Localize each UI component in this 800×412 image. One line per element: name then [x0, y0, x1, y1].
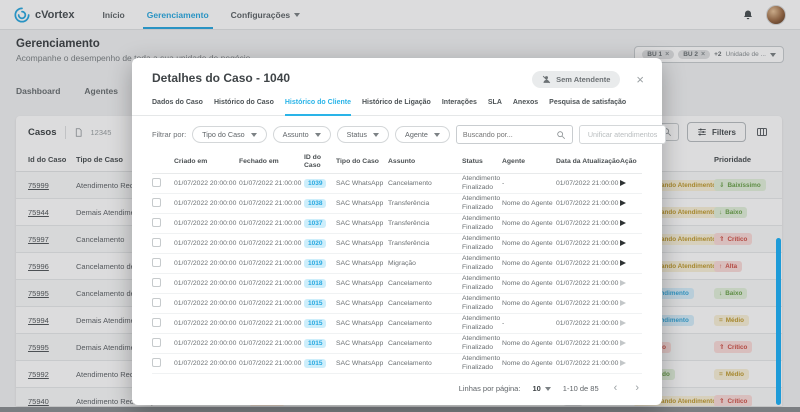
case-details-modal: Detalhes do Caso - 1040 Sem Atendente × …	[132, 58, 662, 405]
play-action-button[interactable]	[620, 360, 626, 366]
filter-status[interactable]: Status	[337, 126, 389, 143]
row-checkbox[interactable]	[152, 198, 161, 207]
client-history-row[interactable]: 01/07/2022 20:00:00 01/07/2022 21:00:00 …	[152, 194, 642, 214]
tab-historico-do-cliente[interactable]: Histórico do Cliente	[285, 99, 351, 116]
chevron-down-icon	[545, 387, 551, 391]
play-action-button[interactable]	[620, 300, 626, 306]
row-checkbox[interactable]	[152, 318, 161, 327]
client-history-table: Criado em Fechado em ID do Caso Tipo do …	[132, 151, 662, 374]
tab-historico-do-caso[interactable]: Histórico do Caso	[214, 99, 274, 116]
vertical-scrollbar[interactable]	[776, 238, 781, 405]
case-id-badge[interactable]: 1015	[304, 359, 326, 368]
case-id-badge[interactable]: 1015	[304, 339, 326, 348]
tab-historico-de-ligacao[interactable]: Histórico de Ligação	[362, 99, 431, 116]
close-icon[interactable]: ×	[632, 71, 648, 88]
case-id-badge[interactable]: 1015	[304, 299, 326, 308]
search-icon	[556, 130, 566, 140]
client-history-row[interactable]: 01/07/2022 20:00:00 01/07/2022 21:00:00 …	[152, 234, 642, 254]
case-id-badge[interactable]: 1018	[304, 279, 326, 288]
row-checkbox[interactable]	[152, 218, 161, 227]
modal-pagination: Linhas por página: 10 1-10 de 85 ‹ ›	[132, 374, 662, 401]
case-id-badge[interactable]: 1020	[304, 239, 326, 248]
rows-per-page-label: Linhas por página:	[459, 384, 521, 393]
case-id-badge[interactable]: 1039	[304, 179, 326, 188]
row-checkbox[interactable]	[152, 258, 161, 267]
client-history-row[interactable]: 01/07/2022 20:00:00 01/07/2022 21:00:00 …	[152, 334, 642, 354]
tab-interacoes[interactable]: Interações	[442, 99, 477, 116]
play-action-button[interactable]	[620, 200, 626, 206]
chevron-down-icon	[315, 133, 321, 137]
previous-page-button[interactable]: ‹	[611, 383, 621, 394]
row-checkbox[interactable]	[152, 178, 161, 187]
row-checkbox[interactable]	[152, 338, 161, 347]
client-history-row[interactable]: 01/07/2022 20:00:00 01/07/2022 21:00:00 …	[152, 314, 642, 334]
chevron-down-icon	[373, 133, 379, 137]
play-action-button[interactable]	[620, 340, 626, 346]
filter-tipo-do-caso[interactable]: Tipo do Caso	[192, 126, 266, 143]
filter-agente[interactable]: Agente	[395, 126, 450, 143]
pagination-range: 1-10 de 85	[563, 384, 599, 393]
client-history-row[interactable]: 01/07/2022 20:00:00 01/07/2022 21:00:00 …	[152, 294, 642, 314]
case-id-badge[interactable]: 1015	[304, 319, 326, 328]
chevron-down-icon	[434, 133, 440, 137]
tab-anexos[interactable]: Anexos	[513, 99, 538, 116]
modal-search	[456, 125, 573, 144]
client-history-row[interactable]: 01/07/2022 20:00:00 01/07/2022 21:00:00 …	[152, 274, 642, 294]
case-id-badge[interactable]: 1019	[304, 259, 326, 268]
row-checkbox[interactable]	[152, 358, 161, 367]
tab-dados-do-caso[interactable]: Dados do Caso	[152, 99, 203, 116]
filter-label: Filtrar por:	[152, 130, 186, 139]
next-page-button[interactable]: ›	[632, 383, 642, 394]
play-action-button[interactable]	[620, 220, 626, 226]
unify-button[interactable]: Unificar atendimentos	[579, 125, 667, 144]
play-action-button[interactable]	[620, 320, 626, 326]
modal-title: Detalhes do Caso - 1040	[152, 71, 290, 85]
play-action-button[interactable]	[620, 260, 626, 266]
assignee-label: Sem Atendente	[556, 75, 610, 84]
case-id-badge[interactable]: 1037	[304, 219, 326, 228]
client-history-row[interactable]: 01/07/2022 20:00:00 01/07/2022 21:00:00 …	[152, 174, 642, 194]
modal-header: Detalhes do Caso - 1040 Sem Atendente ×	[132, 58, 662, 88]
rows-per-page-select[interactable]: 10	[532, 384, 550, 393]
client-history-row[interactable]: 01/07/2022 20:00:00 01/07/2022 21:00:00 …	[152, 214, 642, 234]
play-action-button[interactable]	[620, 180, 626, 186]
play-action-button[interactable]	[620, 280, 626, 286]
screen: cVortex Início Gerenciamento Configuraçõ…	[0, 0, 800, 412]
agent-off-icon	[542, 75, 551, 84]
case-id-badge[interactable]: 1038	[304, 199, 326, 208]
row-checkbox[interactable]	[152, 298, 161, 307]
filter-assunto[interactable]: Assunto	[273, 126, 331, 143]
modal-search-input[interactable]	[463, 130, 556, 139]
row-checkbox[interactable]	[152, 278, 161, 287]
tab-sla[interactable]: SLA	[488, 99, 502, 116]
row-checkbox[interactable]	[152, 238, 161, 247]
modal-tabs: Dados do Caso Histórico do Caso Históric…	[132, 88, 662, 116]
chevron-down-icon	[251, 133, 257, 137]
client-history-row[interactable]: 01/07/2022 20:00:00 01/07/2022 21:00:00 …	[152, 354, 642, 374]
play-action-button[interactable]	[620, 240, 626, 246]
client-history-row[interactable]: 01/07/2022 20:00:00 01/07/2022 21:00:00 …	[152, 254, 642, 274]
client-history-header: Criado em Fechado em ID do Caso Tipo do …	[152, 151, 642, 174]
assignee-button[interactable]: Sem Atendente	[532, 71, 620, 88]
modal-filter-bar: Filtrar por: Tipo do Caso Assunto Status…	[132, 116, 662, 151]
tab-pesquisa-de-satisfacao[interactable]: Pesquisa de satisfação	[549, 99, 626, 116]
